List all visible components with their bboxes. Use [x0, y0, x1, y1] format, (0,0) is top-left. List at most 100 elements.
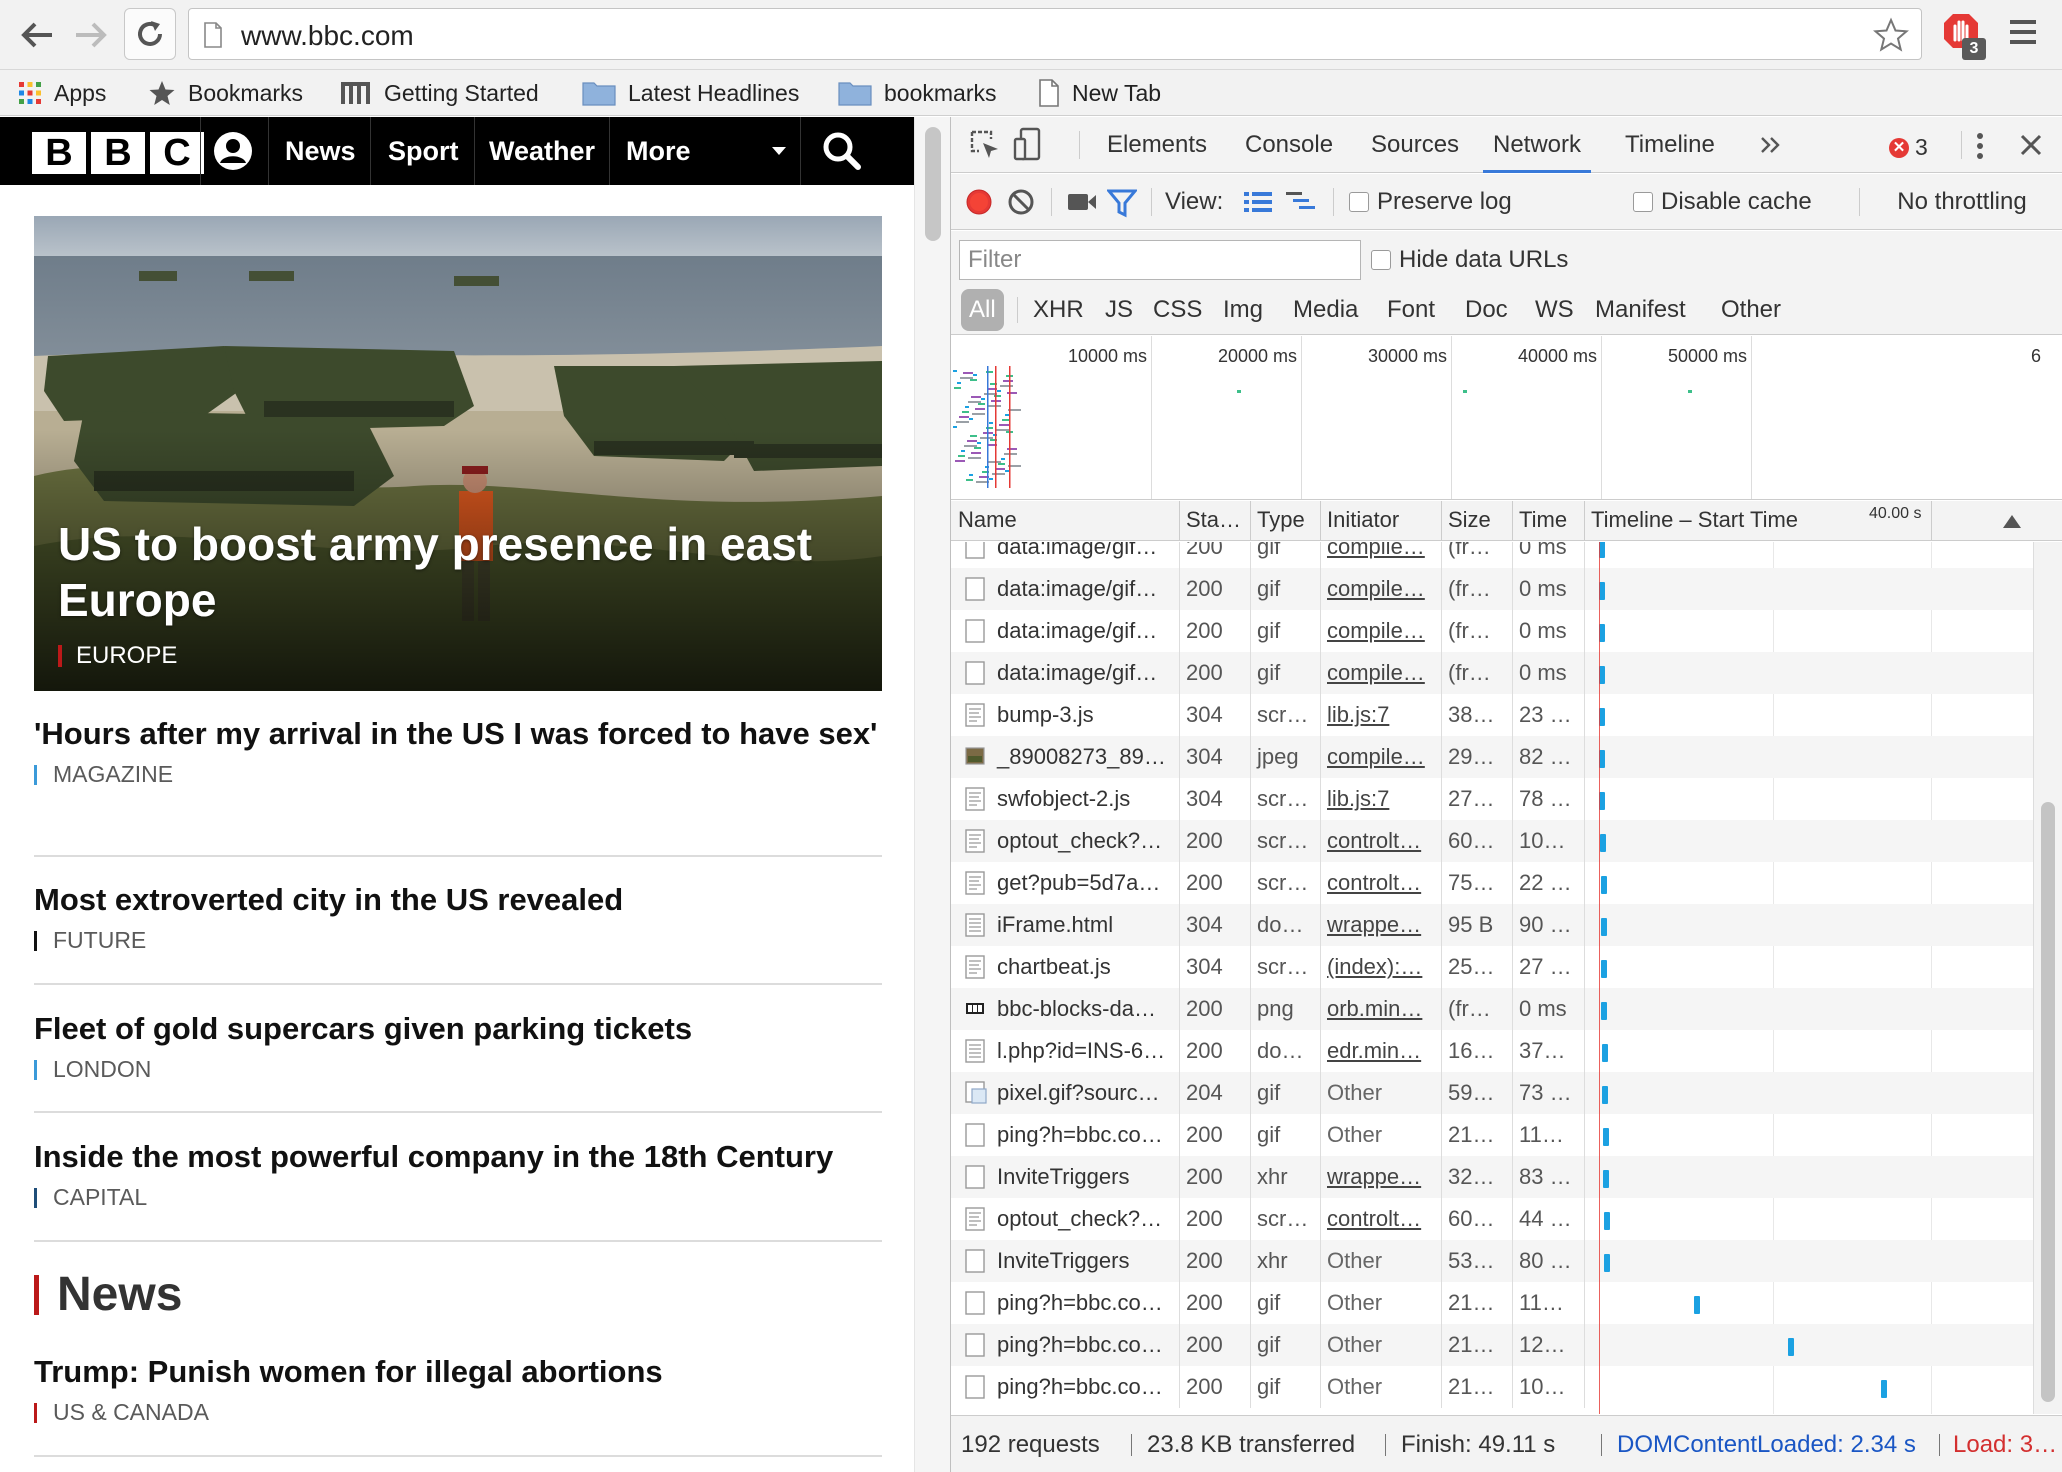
waterfall-bar[interactable]	[1603, 1128, 1609, 1146]
story-headline[interactable]: 'Hours after my arrival in the US I was …	[34, 715, 882, 753]
hero-headline[interactable]: US to boost army presence in east Europe	[58, 516, 868, 628]
video-camera-icon[interactable]	[1067, 192, 1097, 212]
table-row[interactable]: optout_check?… 200 scr… controlt… 60… 10…	[951, 820, 2033, 862]
filter-type-other[interactable]: Other	[1721, 289, 1781, 331]
nav-more[interactable]: More	[626, 117, 691, 185]
request-initiator[interactable]: controlt…	[1320, 1198, 1441, 1240]
column-type[interactable]: Type	[1250, 501, 1320, 541]
clear-icon[interactable]	[1007, 188, 1035, 216]
waterfall-bar[interactable]	[1602, 1044, 1608, 1062]
account-icon[interactable]	[213, 131, 253, 171]
search-icon[interactable]	[822, 131, 862, 171]
nav-weather[interactable]: Weather	[489, 117, 595, 185]
request-initiator[interactable]: compile…	[1320, 652, 1441, 694]
adblock-extension-button[interactable]: 3	[1942, 12, 1986, 60]
inspect-element-icon[interactable]	[969, 129, 1001, 161]
preserve-log-checkbox[interactable]: Preserve log	[1349, 174, 1512, 230]
waterfall-view-icon[interactable]	[1285, 190, 1317, 214]
back-button[interactable]	[16, 14, 58, 56]
filter-type-all[interactable]: All	[961, 289, 1004, 331]
tab-sources[interactable]: Sources	[1371, 117, 1459, 173]
column-timeline[interactable]: Timeline – Start Time	[1584, 501, 1874, 541]
column-size[interactable]: Size	[1441, 501, 1512, 541]
device-mode-icon[interactable]	[1013, 127, 1043, 163]
scrollbar-thumb[interactable]	[925, 127, 941, 241]
page-scrollbar[interactable]	[914, 117, 950, 1472]
table-row[interactable]: bbc-blocks-da… 200 png orb.min… (fr… 0 ms	[951, 988, 2033, 1030]
table-row[interactable]: l.php?id=INS-6… 200 do… edr.min… 16… 37…	[951, 1030, 2033, 1072]
table-row[interactable]: pixel.gif?sourc… 204 gif Other 59… 73 …	[951, 1072, 2033, 1114]
table-row[interactable]: InviteTriggers 200 xhr Other 53… 80 …	[951, 1240, 2033, 1282]
table-row[interactable]: iFrame.html 304 do… wrappe… 95 B 90 …	[951, 904, 2033, 946]
waterfall-bar[interactable]	[1601, 876, 1607, 894]
request-initiator[interactable]: compile…	[1320, 610, 1441, 652]
waterfall-bar[interactable]	[1600, 834, 1606, 852]
story-magazine[interactable]: 'Hours after my arrival in the US I was …	[34, 715, 882, 788]
story-capital[interactable]: Inside the most powerful company in the …	[34, 1138, 882, 1211]
story-headline[interactable]: Trump: Punish women for illegal abortion…	[34, 1353, 882, 1391]
waterfall-bar[interactable]	[1602, 1086, 1608, 1104]
table-row[interactable]: data:image/gif… 200 gif compile… (fr… 0 ms	[951, 568, 2033, 610]
story-headline[interactable]: Most extroverted city in the US revealed	[34, 881, 882, 919]
story-tag[interactable]: LONDON	[34, 1056, 882, 1083]
hero-story[interactable]: US to boost army presence in east Europe…	[34, 216, 882, 691]
requests-scrollbar[interactable]	[2033, 542, 2062, 1414]
request-initiator[interactable]: compile…	[1320, 736, 1441, 778]
request-initiator[interactable]: orb.min…	[1320, 988, 1441, 1030]
story-tag[interactable]: CAPITAL	[34, 1184, 882, 1211]
request-name[interactable]: ping?h=bbc.co…	[951, 1324, 1179, 1366]
filter-type-img[interactable]: Img	[1223, 289, 1263, 331]
section-heading-news[interactable]: News	[34, 1267, 182, 1322]
record-icon[interactable]	[965, 188, 993, 216]
story-us-canada[interactable]: Trump: Punish women for illegal abortion…	[34, 1353, 882, 1426]
filter-type-manifest[interactable]: Manifest	[1595, 289, 1686, 331]
story-headline[interactable]: Inside the most powerful company in the …	[34, 1138, 882, 1176]
story-london[interactable]: Fleet of gold supercars given parking ti…	[34, 1010, 882, 1083]
waterfall-bar[interactable]	[1601, 960, 1607, 978]
column-name[interactable]: Name	[951, 501, 1179, 541]
checkbox-box[interactable]	[1633, 192, 1653, 212]
waterfall-bar[interactable]	[1601, 918, 1607, 936]
error-counter[interactable]: ✕ 3	[1889, 134, 1928, 161]
waterfall-bar[interactable]	[1603, 1170, 1609, 1188]
bookmark-apps[interactable]: Apps	[18, 76, 106, 110]
reload-button[interactable]	[124, 8, 176, 60]
request-name[interactable]: InviteTriggers	[951, 1240, 1179, 1282]
table-row[interactable]: optout_check?… 200 scr… controlt… 60… 44 …	[951, 1198, 2033, 1240]
filter-type-ws[interactable]: WS	[1535, 289, 1574, 331]
table-row[interactable]: bump-3.js 304 scr… lib.js:7 38… 23 …	[951, 694, 2033, 736]
sort-ascending-icon[interactable]	[2003, 515, 2021, 528]
waterfall-bar[interactable]	[1601, 1002, 1607, 1020]
filter-input[interactable]	[959, 240, 1361, 280]
request-name[interactable]: bbc-blocks-da…	[951, 988, 1179, 1030]
story-tag[interactable]: MAGAZINE	[34, 761, 882, 788]
hide-data-urls-checkbox[interactable]: Hide data URLs	[1371, 231, 1568, 289]
request-name[interactable]: chartbeat.js	[951, 946, 1179, 988]
request-name[interactable]: optout_check?…	[951, 1198, 1179, 1240]
story-tag[interactable]: FUTURE	[34, 927, 882, 954]
list-view-icon[interactable]	[1243, 190, 1273, 214]
waterfall-bar[interactable]	[1604, 1212, 1610, 1230]
column-initiator[interactable]: Initiator	[1320, 501, 1441, 541]
disable-cache-checkbox[interactable]: Disable cache	[1633, 174, 1812, 230]
browser-menu-icon[interactable]	[2008, 18, 2038, 46]
table-row[interactable]: data:image/gif… 200 gif compile… (fr… 0 ms	[951, 610, 2033, 652]
request-name[interactable]: pixel.gif?sourc…	[951, 1072, 1179, 1114]
tab-elements[interactable]: Elements	[1107, 117, 1207, 173]
scrollbar-thumb[interactable]	[2041, 802, 2055, 1402]
request-initiator[interactable]: edr.min…	[1320, 1030, 1441, 1072]
story-headline[interactable]: Fleet of gold supercars given parking ti…	[34, 1010, 882, 1048]
request-initiator[interactable]: compile…	[1320, 568, 1441, 610]
request-name[interactable]: ping?h=bbc.co…	[951, 1366, 1179, 1408]
waterfall-bar[interactable]	[1881, 1380, 1887, 1398]
waterfall-bar[interactable]	[1694, 1296, 1700, 1314]
request-initiator[interactable]: compile…	[1320, 542, 1441, 568]
table-row[interactable]: swfobject-2.js 304 scr… lib.js:7 27… 78 …	[951, 778, 2033, 820]
request-name[interactable]: l.php?id=INS-6…	[951, 1030, 1179, 1072]
close-icon[interactable]	[2019, 133, 2043, 157]
bookmark-bookmarks-folder[interactable]: bookmarks	[838, 76, 996, 110]
bookmark-new-tab[interactable]: New Tab	[1038, 76, 1161, 110]
bookmark-star-icon[interactable]	[1873, 17, 1909, 53]
column-status[interactable]: Sta…	[1179, 501, 1250, 541]
filter-type-xhr[interactable]: XHR	[1033, 289, 1084, 331]
